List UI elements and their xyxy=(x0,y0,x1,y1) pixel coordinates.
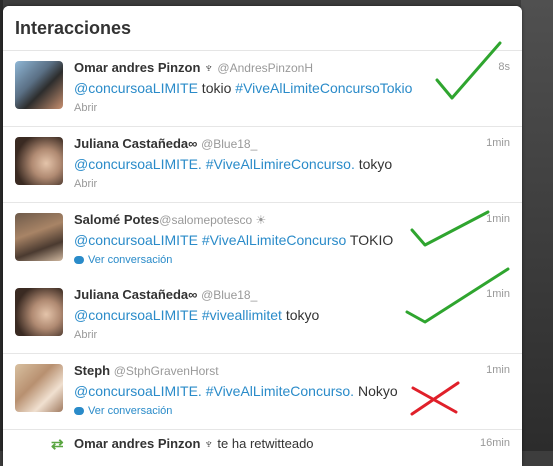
user-name[interactable]: Juliana Castañeda∞ @Blue18_ xyxy=(74,287,257,302)
user-fullname[interactable]: Steph xyxy=(74,363,110,378)
timestamp[interactable]: 8s xyxy=(498,61,510,73)
retweet-notification[interactable]: ⇄ Omar andres Pinzon ♆ te ha retwitteado… xyxy=(3,431,522,461)
timestamp[interactable]: 1min xyxy=(486,137,510,149)
user-fullname[interactable]: Juliana Castañeda∞ xyxy=(74,136,197,151)
user-name[interactable]: Salomé Potes@salomepotesco ☀ xyxy=(74,212,266,227)
background-right xyxy=(521,0,553,451)
user-handle[interactable]: @Blue18_ xyxy=(201,137,257,151)
speech-bubble-icon xyxy=(74,407,84,416)
timestamp[interactable]: 1min xyxy=(486,364,510,376)
tweet-text: @concursoaLIMITE. #ViveAlLimiteConcurso.… xyxy=(74,383,398,399)
tweet-text-segment: tokio xyxy=(197,80,236,96)
view-conversation-link[interactable]: Ver conversación xyxy=(74,254,172,266)
interaction-item[interactable]: Juliana Castañeda∞ @Blue18_ 1min @concur… xyxy=(3,127,522,203)
view-conversation-link[interactable]: Ver conversación xyxy=(74,405,172,417)
retweet-action-text: te ha retwitteado xyxy=(217,436,314,451)
tweet-text-segment: tokyo xyxy=(354,156,393,172)
tweet-text: @concursoaLIMITE #ViveAlLimiteConcurso T… xyxy=(74,232,393,248)
open-link[interactable]: Abrir xyxy=(74,178,97,190)
user-handle[interactable]: @Blue18_ xyxy=(201,288,257,302)
tweet-text-segment: Nokyo xyxy=(354,383,398,399)
user-name[interactable]: Steph @StphGravenHorst xyxy=(74,363,219,378)
avatar[interactable] xyxy=(15,213,63,261)
mention-link[interactable]: @concursoaLIMITE. xyxy=(74,383,202,399)
user-handle[interactable]: @AndresPinzonH xyxy=(217,61,313,75)
retweet-icon: ⇄ xyxy=(51,436,64,453)
mention-link[interactable]: @concursoaLIMITE xyxy=(74,80,198,96)
tweet-text-segment: tokyo xyxy=(281,307,320,323)
view-conversation-label: Ver conversación xyxy=(88,405,173,417)
timestamp[interactable]: 16min xyxy=(480,437,510,449)
hashtag-link[interactable]: #ViveAlLimiteConcursoTokio xyxy=(235,80,412,96)
open-link[interactable]: Abrir xyxy=(74,102,97,114)
retweet-user-name[interactable]: Omar andres Pinzon ♆ xyxy=(74,436,214,451)
tweet-text-segment: TOKIO xyxy=(346,232,394,248)
avatar[interactable] xyxy=(15,61,63,109)
interactions-panel: Interacciones Omar andres Pinzon ♆ @Andr… xyxy=(3,6,522,466)
mention-link[interactable]: @concursoaLIMITE. xyxy=(74,156,202,172)
mention-link[interactable]: @concursoaLIMITE xyxy=(74,307,198,323)
avatar[interactable] xyxy=(15,364,63,412)
view-conversation-label: Ver conversación xyxy=(88,254,173,266)
user-handle[interactable]: @salomepotesco ☀ xyxy=(159,213,266,227)
timestamp[interactable]: 1min xyxy=(486,213,510,225)
interaction-item[interactable]: Juliana Castañeda∞ @Blue18_ 1min @concur… xyxy=(3,278,522,354)
user-fullname[interactable]: Salomé Potes xyxy=(74,212,159,227)
retweet-text: Omar andres Pinzon ♆ te ha retwitteado xyxy=(74,436,314,451)
avatar[interactable] xyxy=(15,137,63,185)
open-link[interactable]: Abrir xyxy=(74,329,97,341)
user-handle[interactable]: @StphGravenHorst xyxy=(114,364,219,378)
mention-link[interactable]: @concursoaLIMITE xyxy=(74,232,198,248)
user-fullname[interactable]: Juliana Castañeda∞ xyxy=(74,287,197,302)
user-fullname[interactable]: Omar andres Pinzon ♆ xyxy=(74,60,214,75)
tweet-text: @concursoaLIMITE. #ViveAlLimireConcurso.… xyxy=(74,156,392,172)
tweet-text: @concursoaLIMITE tokio #ViveAlLimiteConc… xyxy=(74,80,412,96)
hashtag-link[interactable]: #ViveAlLimiteConcurso. xyxy=(206,383,354,399)
hashtag-link[interactable]: #ViveAlLimireConcurso. xyxy=(206,156,355,172)
user-name[interactable]: Omar andres Pinzon ♆ @AndresPinzonH xyxy=(74,60,313,75)
panel-header: Interacciones xyxy=(3,6,522,51)
hashtag-link[interactable]: #viveallimitet xyxy=(202,307,282,323)
timestamp[interactable]: 1min xyxy=(486,288,510,300)
speech-bubble-icon xyxy=(74,256,84,265)
interaction-item[interactable]: Steph @StphGravenHorst 1min @concursoaLI… xyxy=(3,354,522,430)
tweet-text: @concursoaLIMITE #viveallimitet tokyo xyxy=(74,307,319,323)
panel-title: Interacciones xyxy=(15,18,132,38)
user-name[interactable]: Juliana Castañeda∞ @Blue18_ xyxy=(74,136,257,151)
interaction-item[interactable]: Salomé Potes@salomepotesco ☀ 1min @concu… xyxy=(3,203,522,279)
hashtag-link[interactable]: #ViveAlLimiteConcurso xyxy=(202,232,346,248)
interaction-item[interactable]: Omar andres Pinzon ♆ @AndresPinzonH 8s @… xyxy=(3,51,522,127)
avatar[interactable] xyxy=(15,288,63,336)
